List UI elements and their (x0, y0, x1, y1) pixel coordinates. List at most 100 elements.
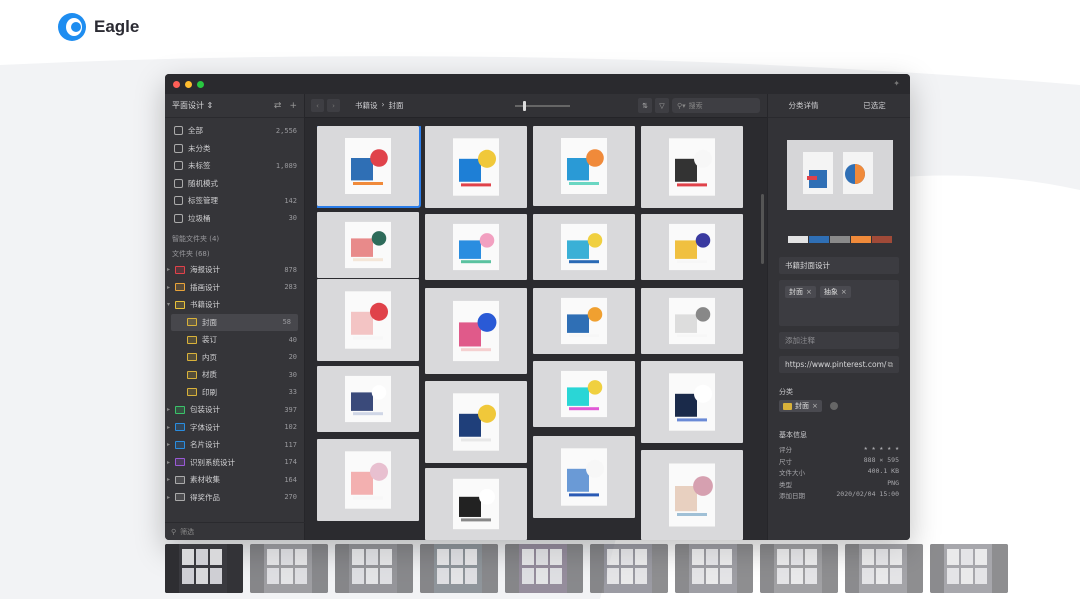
minimize-button[interactable] (185, 81, 192, 88)
folder-item[interactable]: ▾ 书籍设计 (165, 296, 304, 314)
search-input[interactable]: ⚲▾ 搜索 (672, 98, 760, 113)
color-swatch[interactable] (830, 236, 850, 243)
color-swatch[interactable] (809, 236, 829, 243)
chevron-icon[interactable]: ▸ (167, 441, 175, 448)
back-button[interactable]: ‹ (311, 99, 324, 112)
folders-header[interactable]: 文件夹 (68) (165, 246, 304, 261)
zoom-slider-knob[interactable] (523, 101, 526, 111)
chevron-icon[interactable]: ▾ (167, 301, 175, 308)
folder-item[interactable]: ▸ 得奖作品 270 (165, 489, 304, 507)
basic-info-label: 基本信息 (779, 431, 807, 439)
filmstrip-thumbnail[interactable] (250, 544, 328, 593)
image-thumbnail[interactable] (533, 126, 635, 206)
filmstrip-thumbnail[interactable] (675, 544, 753, 593)
sidebar-item[interactable]: 垃圾桶 30 (165, 210, 304, 228)
folder-item[interactable]: ▸ 包装设计 397 (165, 401, 304, 419)
filmstrip-thumbnail[interactable] (165, 544, 243, 593)
maximize-button[interactable] (197, 81, 204, 88)
remove-tag-icon[interactable]: × (841, 288, 847, 296)
image-thumbnail[interactable] (641, 214, 743, 280)
sort-icon[interactable]: ⇅ (638, 98, 652, 113)
folder-item[interactable]: ▸ 识别系统设计 174 (165, 454, 304, 472)
breadcrumb-parent[interactable]: 书籍设 (355, 100, 378, 111)
add-icon[interactable]: + (289, 101, 297, 111)
chevron-icon[interactable]: ▸ (167, 476, 175, 483)
tag-chip[interactable]: 抽象 × (819, 286, 851, 298)
category-chip[interactable]: 封面 × (779, 400, 822, 412)
chevron-icon[interactable]: ▸ (167, 284, 175, 291)
chevron-icon[interactable]: ▸ (167, 406, 175, 413)
grid-scrollbar[interactable] (761, 194, 764, 264)
close-button[interactable] (173, 81, 180, 88)
tab-selected[interactable]: 已选定 (839, 100, 910, 111)
chevron-icon[interactable]: ▸ (167, 266, 175, 273)
pin-icon[interactable]: ✦ (893, 79, 900, 88)
zoom-slider[interactable] (515, 101, 570, 111)
sidebar-item[interactable]: 未标签 1,089 (165, 157, 304, 175)
folder-item[interactable]: ▸ 插画设计 283 (165, 279, 304, 297)
tag-chip[interactable]: 封面 × (785, 286, 816, 298)
add-category-icon[interactable] (829, 402, 838, 410)
folder-count: 397 (284, 405, 297, 414)
filmstrip-thumbnail[interactable] (420, 544, 498, 593)
chevron-icon[interactable]: ▸ (167, 424, 175, 431)
folder-item[interactable]: ▸ 名片设计 117 (165, 436, 304, 454)
filmstrip-thumbnail[interactable] (335, 544, 413, 593)
folder-item[interactable]: ▸ 素材收集 164 (165, 471, 304, 489)
title-field[interactable]: 书籍封面设计 (779, 257, 899, 274)
filmstrip-thumbnail[interactable] (845, 544, 923, 593)
smart-folders-header[interactable]: 智能文件夹 (4) (165, 231, 304, 246)
eagle-logo[interactable]: Eagle (58, 13, 139, 41)
filmstrip-thumbnail[interactable] (930, 544, 1008, 593)
sidebar-filter[interactable]: ⚲ 筛选 (165, 522, 305, 540)
image-thumbnail[interactable] (425, 288, 527, 374)
image-thumbnail[interactable] (641, 288, 743, 354)
sidebar-item[interactable]: 全部 2,556 (165, 122, 304, 140)
forward-button[interactable]: › (327, 99, 340, 112)
folder-item[interactable]: 印刷 33 (165, 384, 304, 402)
filter-icon[interactable]: ▽ (655, 98, 669, 113)
image-thumbnail[interactable] (317, 126, 421, 208)
image-thumbnail[interactable] (317, 212, 419, 278)
image-thumbnail[interactable] (425, 214, 527, 280)
color-swatch[interactable] (788, 236, 808, 243)
folder-item[interactable]: ▸ 海报设计 878 (165, 261, 304, 279)
sidebar-item[interactable]: 随机模式 (165, 175, 304, 193)
folder-item[interactable]: ▸ 字体设计 102 (165, 419, 304, 437)
image-thumbnail[interactable] (317, 439, 419, 521)
color-swatch[interactable] (872, 236, 892, 243)
swap-icon[interactable]: ⇄ (274, 101, 282, 111)
filmstrip-thumbnail[interactable] (760, 544, 838, 593)
chevron-icon[interactable]: ▸ (167, 494, 175, 501)
image-thumbnail[interactable] (533, 436, 635, 518)
image-thumbnail[interactable] (425, 468, 527, 540)
color-swatch[interactable] (851, 236, 871, 243)
remove-icon[interactable]: × (812, 402, 818, 410)
folder-item[interactable]: 内页 20 (165, 349, 304, 367)
image-thumbnail[interactable] (317, 366, 419, 432)
image-thumbnail[interactable] (641, 126, 743, 208)
image-thumbnail[interactable] (533, 288, 635, 354)
folder-item[interactable]: 装订 40 (165, 331, 304, 349)
image-thumbnail[interactable] (425, 381, 527, 463)
library-switcher[interactable]: 平面设计 ⇕ ⇄ + (165, 94, 304, 118)
image-thumbnail[interactable] (641, 361, 743, 443)
chevron-icon[interactable]: ▸ (167, 459, 175, 466)
url-field[interactable]: https://www.pinterest.com/ ⧉ (779, 356, 899, 373)
tab-category-details[interactable]: 分类详情 (768, 100, 839, 111)
note-field[interactable]: 添加注释 (779, 332, 899, 349)
sidebar-item[interactable]: 未分类 (165, 140, 304, 158)
image-thumbnail[interactable] (533, 361, 635, 427)
image-thumbnail[interactable] (533, 214, 635, 280)
sidebar-item[interactable]: 标签管理 142 (165, 192, 304, 210)
filmstrip-thumbnail[interactable] (590, 544, 668, 593)
image-thumbnail[interactable] (641, 450, 743, 540)
folder-item[interactable]: 封面 58 (171, 313, 298, 331)
tags-field[interactable]: 封面 × 抽象 × (779, 280, 899, 326)
external-link-icon[interactable]: ⧉ (888, 360, 893, 370)
filmstrip-thumbnail[interactable] (505, 544, 583, 593)
image-thumbnail[interactable] (317, 279, 419, 361)
remove-tag-icon[interactable]: × (806, 288, 812, 296)
image-thumbnail[interactable] (425, 126, 527, 208)
folder-item[interactable]: 材质 30 (165, 366, 304, 384)
